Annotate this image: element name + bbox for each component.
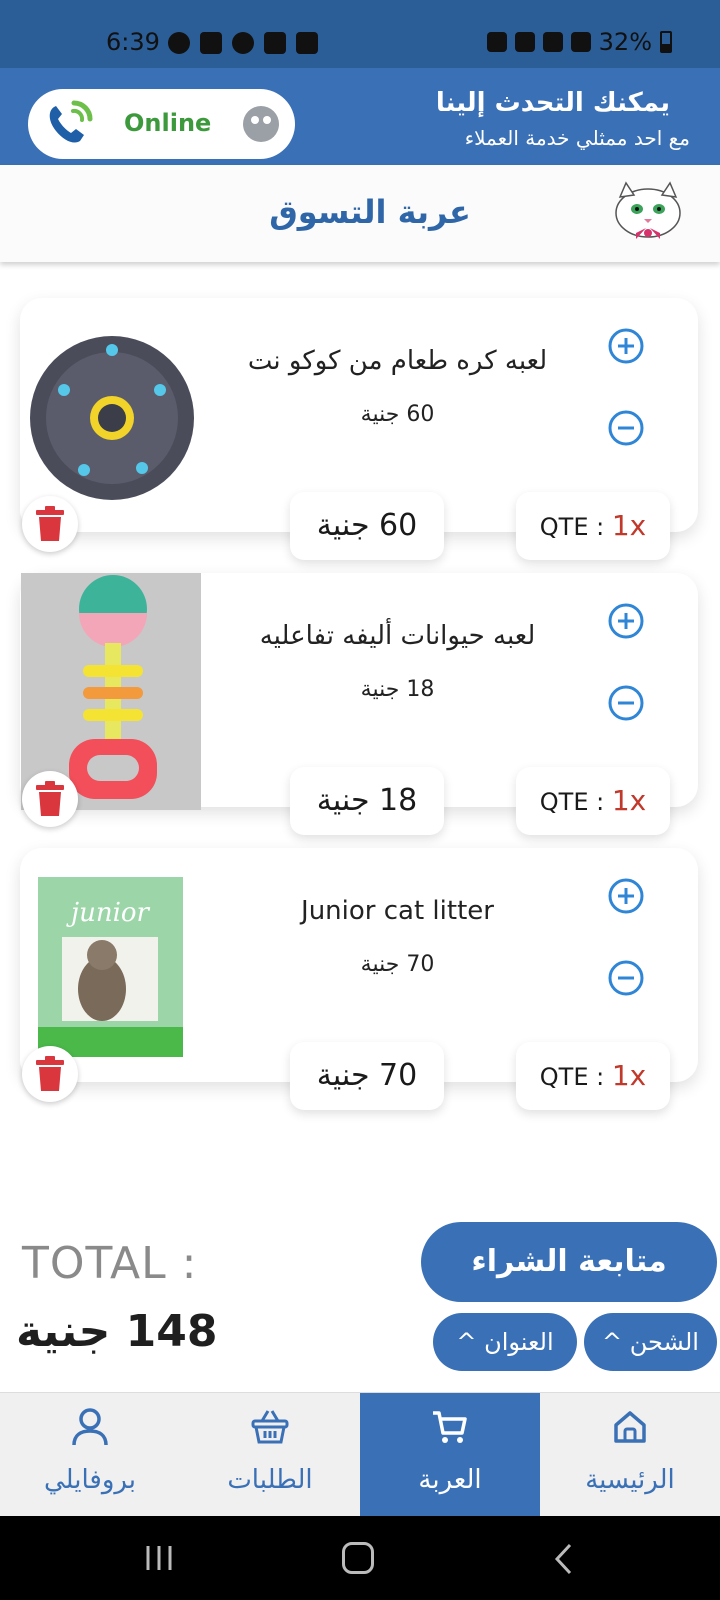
messenger-icon [232, 32, 254, 54]
svg-text:junior: junior [66, 898, 151, 928]
media-icon [264, 32, 286, 54]
delete-item-button[interactable] [22, 496, 78, 552]
battery-icon [660, 31, 672, 53]
alarm-icon [514, 32, 535, 52]
online-status-pill[interactable]: Online [28, 89, 295, 159]
quantity-value: 1x [611, 784, 647, 817]
cart-icon [433, 1411, 467, 1443]
online-label: Online [124, 109, 212, 137]
recent-apps-icon[interactable] [144, 1544, 174, 1572]
cart-item: لعبه كره طعام من كوكو نت 60 جنية 60 جنية… [20, 298, 698, 560]
phone-call-icon [49, 100, 93, 143]
cart-item: junior Junior cat litter 70 جنية 70 جنية… [20, 848, 698, 1110]
item-total: 60 جنية [290, 492, 444, 560]
battery-percent: 32% [598, 28, 652, 56]
checkout-button[interactable]: متابعة الشراء [421, 1222, 717, 1302]
support-banner[interactable]: Online يمكنك التحدث إلينا مع احد ممثلي خ… [0, 68, 720, 165]
home-button-icon[interactable] [342, 1542, 374, 1574]
item-name: لعبه حيوانات أليفه تفاعليه [259, 621, 536, 651]
item-unit-price: 70 جنية [360, 952, 435, 977]
signal-icon [570, 32, 591, 52]
system-status: 32% [486, 28, 672, 56]
support-title: يمكنك التحدث إلينا [435, 88, 670, 118]
total-value: 148 جنية [16, 1306, 218, 1357]
instagram-icon [200, 32, 222, 54]
cart-item: لعبه حيوانات أليفه تفاعليه 18 جنية 18 جن… [20, 573, 698, 835]
cat-logo [615, 181, 681, 239]
basket-icon [251, 1410, 289, 1444]
quantity-label: QTE : [539, 1063, 612, 1091]
nav-label: العربة [418, 1465, 482, 1495]
item-total: 18 جنية [290, 767, 444, 835]
increase-quantity-button[interactable] [608, 603, 644, 639]
bottom-navigation: الرئيسية العربة الطلبات بروفايلي [0, 1392, 720, 1517]
nav-item-cart[interactable]: العربة [360, 1393, 540, 1517]
agent-face-icon [243, 106, 279, 142]
trash-icon [36, 1056, 64, 1091]
item-unit-price: 60 جنية [360, 402, 435, 427]
nav-label: الطلبات [227, 1465, 313, 1495]
item-name: لعبه كره طعام من كوكو نت [247, 346, 548, 376]
nav-item-home[interactable]: الرئيسية [540, 1393, 720, 1517]
decrease-quantity-button[interactable] [608, 685, 644, 721]
quantity-label: QTE : [539, 513, 612, 541]
quantity-value: 1x [611, 509, 647, 542]
quantity-value: 1x [611, 1059, 647, 1092]
item-total: 70 جنية [290, 1042, 444, 1110]
page-header: عربة التسوق [0, 165, 720, 262]
trash-icon [36, 506, 64, 541]
increase-quantity-button[interactable] [608, 328, 644, 364]
profile-icon [72, 1408, 108, 1446]
status-bar: 6:39 32% [0, 0, 720, 68]
gallery-icon [296, 32, 318, 54]
support-subtitle: مع احد ممثلي خدمة العملاء [464, 126, 690, 150]
trash-icon [36, 781, 64, 816]
wifi-icon [542, 32, 563, 52]
decrease-quantity-button[interactable] [608, 410, 644, 446]
sync-icon [486, 32, 507, 52]
product-image: junior [38, 877, 183, 1057]
total-label: TOTAL : [22, 1238, 198, 1289]
messenger-icon [168, 32, 190, 54]
notification-icons [168, 32, 318, 54]
home-icon [614, 1411, 646, 1443]
nav-label: بروفايلي [43, 1465, 136, 1495]
quantity-label: QTE : [539, 788, 612, 816]
nav-label: الرئيسية [585, 1465, 675, 1495]
decrease-quantity-button[interactable] [608, 960, 644, 996]
nav-item-profile[interactable]: بروفايلي [0, 1393, 180, 1517]
item-quantity: QTE : 1x [516, 1042, 670, 1110]
item-quantity: QTE : 1x [516, 767, 670, 835]
status-time: 6:39 [106, 28, 160, 56]
item-name: Junior cat litter [301, 896, 494, 926]
delete-item-button[interactable] [22, 1046, 78, 1102]
product-image [24, 320, 199, 520]
item-quantity: QTE : 1x [516, 492, 670, 560]
shipping-button[interactable]: الشحن ^ [584, 1313, 717, 1371]
address-button[interactable]: العنوان ^ [433, 1313, 577, 1371]
back-icon[interactable] [552, 1542, 574, 1576]
delete-item-button[interactable] [22, 771, 78, 827]
nav-item-orders[interactable]: الطلبات [180, 1393, 360, 1517]
system-navigation-bar [0, 1516, 720, 1600]
increase-quantity-button[interactable] [608, 878, 644, 914]
item-unit-price: 18 جنية [360, 677, 435, 702]
